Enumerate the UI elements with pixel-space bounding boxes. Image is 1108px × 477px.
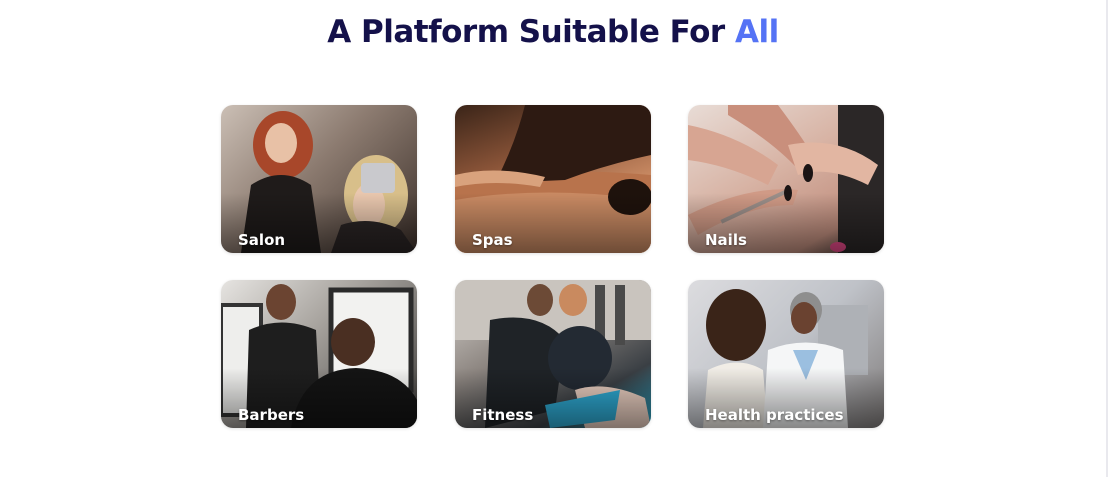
category-card-barbers[interactable]: Barbers <box>221 280 417 428</box>
card-label-nails: Nails <box>705 231 747 249</box>
card-label-health-practices: Health practices <box>705 406 844 424</box>
section-heading: A Platform Suitable For All <box>0 14 1106 50</box>
heading-main-text: A Platform Suitable For <box>327 14 735 50</box>
category-card-spas[interactable]: Spas <box>455 105 651 253</box>
category-card-fitness[interactable]: Fitness <box>455 280 651 428</box>
card-label-fitness: Fitness <box>472 406 534 424</box>
card-label-salon: Salon <box>238 231 286 249</box>
card-label-barbers: Barbers <box>238 406 305 424</box>
heading-accent-text: All <box>734 14 779 50</box>
card-label-spas: Spas <box>472 231 513 249</box>
category-card-health-practices[interactable]: Health practices <box>688 280 884 428</box>
category-card-salon[interactable]: Salon <box>221 105 417 253</box>
category-grid: Salon Spas Nails Barbers Fitness Health … <box>221 105 885 429</box>
category-card-nails[interactable]: Nails <box>688 105 884 253</box>
